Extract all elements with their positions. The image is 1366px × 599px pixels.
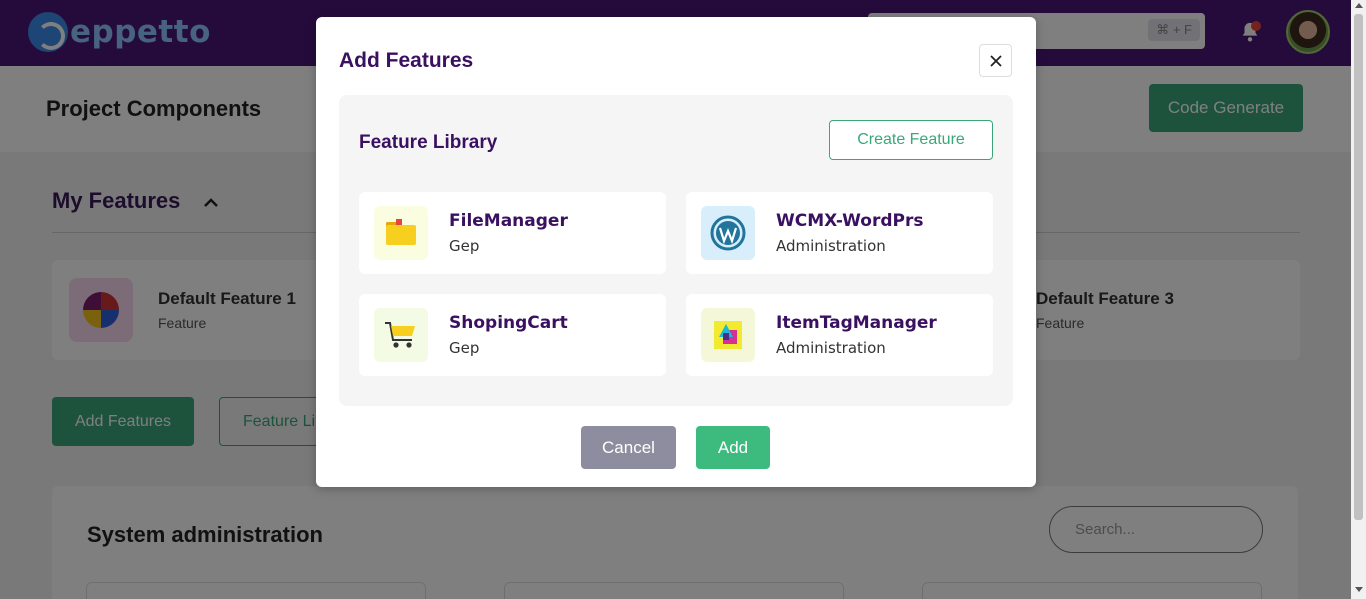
feature-category: Gep — [449, 339, 480, 357]
feature-category: Gep — [449, 237, 480, 255]
scroll-down-icon[interactable] — [1355, 587, 1363, 592]
library-feature-card[interactable]: WCMX-WordPrs Administration — [686, 192, 993, 274]
close-button[interactable] — [979, 44, 1012, 77]
create-feature-button[interactable]: Create Feature — [829, 120, 993, 160]
scroll-up-icon[interactable] — [1355, 3, 1363, 8]
library-feature-card[interactable]: FileManager Gep — [359, 192, 666, 274]
close-icon — [989, 54, 1002, 67]
feature-category: Administration — [776, 339, 886, 357]
wordpress-icon — [701, 206, 755, 260]
add-features-dialog: Add Features Feature Library Create Feat… — [316, 17, 1036, 487]
add-button[interactable]: Add — [696, 426, 770, 469]
feature-name: WCMX-WordPrs — [776, 211, 924, 231]
feature-category: Administration — [776, 237, 886, 255]
folder-icon — [374, 206, 428, 260]
feature-name: ShopingCart — [449, 313, 568, 333]
cancel-button[interactable]: Cancel — [581, 426, 676, 469]
scrollbar-thumb[interactable] — [1354, 14, 1363, 520]
feature-library-heading: Feature Library — [359, 132, 498, 153]
library-feature-card[interactable]: ItemTagManager Administration — [686, 294, 993, 376]
feature-library-panel: Feature Library Create Feature FileManag… — [339, 95, 1013, 406]
feature-name: ItemTagManager — [776, 313, 937, 333]
dialog-title: Add Features — [339, 49, 474, 72]
tag-manager-icon — [701, 308, 755, 362]
feature-name: FileManager — [449, 211, 568, 231]
cart-icon — [374, 308, 428, 362]
library-feature-card[interactable]: ShopingCart Gep — [359, 294, 666, 376]
